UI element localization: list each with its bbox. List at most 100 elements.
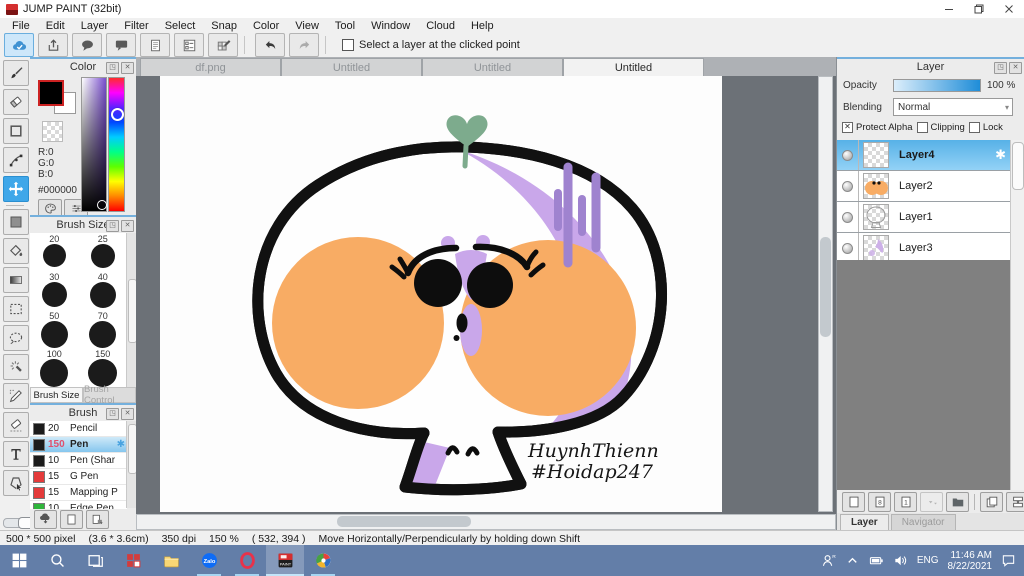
text-tool[interactable] [3,441,29,467]
material-panel-icon[interactable] [174,33,204,57]
menu-tool[interactable]: Tool [327,20,363,32]
brush-item-edge-pen[interactable]: 10 Edge Pen [30,501,127,509]
battery-icon[interactable] [869,553,884,568]
scrollbar-handle[interactable] [820,237,831,337]
select-pen-tool[interactable] [3,383,29,409]
document-tab-2[interactable]: Untitled [281,58,422,77]
saturation-value-bar[interactable] [81,77,107,212]
menu-snap[interactable]: Snap [203,20,245,32]
taskbar-medibang-icon[interactable] [304,545,342,576]
layer-thumbnail[interactable] [863,173,889,199]
checkbox-icon[interactable]: ✕ [842,121,853,133]
visibility-toggle-icon[interactable] [842,242,853,254]
menu-view[interactable]: View [287,20,327,32]
taskbar-opera-icon[interactable] [228,545,266,576]
taskbar-task-view-icon[interactable] [76,545,114,576]
scrollbar-handle[interactable] [337,516,471,527]
popout-icon[interactable]: ◳ [106,408,119,420]
hue-indicator[interactable] [111,108,124,121]
brush-size-50[interactable]: 50 [30,311,79,349]
menu-filter[interactable]: Filter [116,20,156,32]
maximize-icon[interactable] [964,0,994,18]
vertical-scrollbar[interactable] [818,76,833,512]
cloud-sync-icon[interactable] [4,33,34,57]
comment-icon[interactable] [72,33,102,57]
canvas[interactable]: HuynhThienn #Hoidap247 [160,76,722,512]
bucket-tool[interactable] [3,238,29,264]
taskbar-start-icon[interactable] [0,545,38,576]
blending-select[interactable]: Normal ▾ [893,98,1013,116]
control-point-tool[interactable] [3,147,29,173]
tab-brush-control[interactable]: Brush Control [83,384,136,406]
tab-brush-size[interactable]: Brush Size [30,387,83,403]
menu-window[interactable]: Window [363,20,418,32]
brush-size-70[interactable]: 70 [79,311,128,349]
brush-size-20[interactable]: 20 [30,234,79,272]
taskbar-remote-app-icon[interactable] [114,545,152,576]
close-icon[interactable]: ✕ [121,62,134,74]
select-lasso-tool[interactable] [3,325,29,351]
hue-bar[interactable] [108,77,125,212]
add-layer-icon[interactable] [842,491,865,512]
redo-icon[interactable] [289,33,319,57]
close-icon[interactable] [994,0,1024,18]
menu-layer[interactable]: Layer [73,20,117,32]
merge-layer-icon[interactable] [1006,491,1024,512]
visibility-toggle-icon[interactable] [842,180,853,192]
undo-icon[interactable] [255,33,285,57]
brush-size-30[interactable]: 30 [30,272,79,310]
canvas-viewport[interactable]: HuynhThienn #Hoidap247 [136,76,836,514]
select-eraser-tool[interactable] [3,412,29,438]
brush-item-pencil[interactable]: 20 Pencil [30,421,127,437]
eraser-tool[interactable] [3,89,29,115]
menu-select[interactable]: Select [157,20,204,32]
select-layer-checkbox[interactable] [342,39,354,51]
doc-menu-icon[interactable] [86,510,109,529]
brush-size-25[interactable]: 25 [79,234,128,272]
publish-icon[interactable] [38,33,68,57]
move-tool[interactable] [3,176,29,202]
layer-row-layer2[interactable]: Layer2 [837,171,1012,202]
checkbox-clipping[interactable]: Clipping [916,121,965,133]
document-icon[interactable] [140,33,170,57]
language-indicator[interactable]: ENG [917,555,939,566]
close-icon[interactable]: ✕ [1009,62,1022,74]
tab-layer[interactable]: Layer [840,514,889,530]
document-tab-1[interactable]: df.png [140,58,281,77]
menu-file[interactable]: File [4,20,38,32]
gradient-tool[interactable] [3,267,29,293]
object-select-tool[interactable] [3,470,29,496]
layer-scrollbar[interactable] [1010,140,1024,490]
add-1bit-layer-icon[interactable]: 1 [894,491,917,512]
document-tab-4[interactable]: Untitled [563,58,704,77]
brush-scrollbar[interactable] [126,421,137,508]
menu-color[interactable]: Color [245,20,287,32]
taskbar-zalo-icon[interactable]: Zalo [190,545,228,576]
layer-thumbnail[interactable] [863,142,889,168]
chevron-up-icon[interactable] [845,553,860,568]
new-doc-icon[interactable] [60,510,83,529]
popout-icon[interactable]: ◳ [994,62,1007,74]
menu-edit[interactable]: Edit [38,20,73,32]
taskbar-file-explorer-icon[interactable] [152,545,190,576]
add-8bit-layer-icon[interactable]: 8 [868,491,891,512]
popout-icon[interactable]: ◳ [106,62,119,74]
notification-icon[interactable] [1001,553,1016,568]
minimize-icon[interactable] [934,0,964,18]
cloud-dl-icon[interactable] [34,510,57,529]
layer-thumbnail[interactable] [863,204,889,230]
duplicate-layer-icon[interactable] [980,491,1003,512]
brush-item-mapping-p[interactable]: 15 Mapping P [30,485,127,501]
menu-cloud[interactable]: Cloud [418,20,463,32]
brush-item-pen-shar[interactable]: 10 Pen (Shar [30,453,127,469]
speaker-icon[interactable] [893,553,908,568]
horizontal-scrollbar[interactable] [136,514,836,530]
shape-brush-tool[interactable] [3,118,29,144]
visibility-toggle-icon[interactable] [842,149,853,161]
brush-size-150[interactable]: 150 [79,349,128,387]
brush-size-100[interactable]: 100 [30,349,79,387]
checkbox-lock[interactable]: Lock [968,121,1003,133]
sv-indicator[interactable] [97,200,107,210]
comment-box-icon[interactable] [106,33,136,57]
magic-wand-tool[interactable] [3,354,29,380]
